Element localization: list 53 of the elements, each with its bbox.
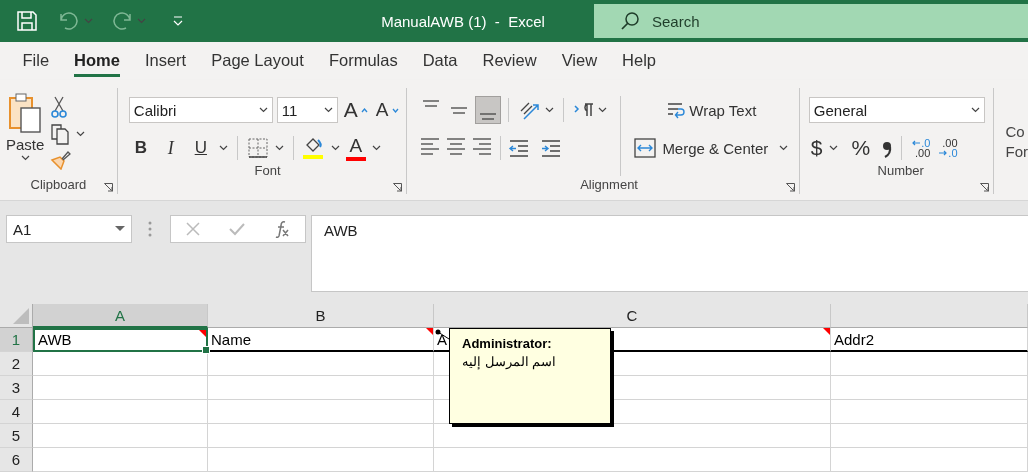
column-header[interactable]: C [434, 304, 831, 328]
group-label: Font [254, 162, 281, 180]
bold-button[interactable]: B [128, 134, 153, 162]
table-cell[interactable]: AWB [33, 328, 208, 352]
column-header[interactable]: A [33, 304, 208, 328]
ribbon-button-label[interactable]: For [1005, 142, 1028, 162]
row-header[interactable]: 1 [0, 328, 33, 352]
cell-text: AWB [38, 331, 72, 348]
ribbon-tab[interactable]: File [10, 45, 62, 77]
ribbon-tab[interactable]: Insert [132, 45, 199, 77]
cell-text: A [437, 331, 447, 348]
percent-button[interactable]: % [849, 134, 873, 162]
ribbon-tab[interactable]: Review [470, 45, 550, 77]
ribbon-tab[interactable]: Formulas [316, 45, 411, 77]
group-label: Clipboard [30, 176, 87, 194]
number-format-dropdown[interactable]: General [808, 97, 985, 123]
ribbon-tab[interactable]: View [549, 45, 610, 77]
wrap-text-button[interactable]: Wrap Text [632, 96, 791, 124]
row-header[interactable]: 2 [0, 352, 33, 376]
decrease-decimal-button[interactable]: .00 .0 [937, 134, 960, 162]
font-name-dropdown[interactable]: Calibri [128, 97, 273, 123]
search-field[interactable]: Search [594, 4, 1028, 38]
ribbon-tab[interactable]: Help [609, 45, 669, 77]
paste-button[interactable]: Paste [0, 88, 51, 176]
group-label: Alignment [580, 176, 638, 194]
ribbon-button-label[interactable]: Co [1005, 122, 1028, 142]
table-cell[interactable]: Addr2 [831, 328, 1028, 352]
window-title: ManualAWB (1) - Excel [380, 12, 546, 30]
table-cell[interactable]: Name [208, 328, 434, 352]
comment-text: اسم المرسل إليه [462, 354, 557, 369]
row-header[interactable]: 4 [0, 400, 33, 424]
italic-button[interactable]: I [158, 134, 183, 162]
decrease-font-size-button[interactable]: A [373, 96, 401, 124]
ribbon-tab[interactable]: Data [410, 45, 470, 77]
cell-text: Addr2 [834, 331, 875, 348]
group-label: Number [877, 162, 924, 180]
increase-decimal-button[interactable]: .0 .00 [910, 134, 933, 162]
cell-text: Name [211, 331, 251, 348]
row-header[interactable]: 5 [0, 424, 33, 448]
ribbon-tab[interactable]: Home [61, 45, 133, 77]
column-header[interactable]: B [208, 304, 434, 328]
row-header[interactable]: 6 [0, 448, 33, 472]
font-size-dropdown[interactable]: 11 [276, 97, 338, 123]
row-header[interactable]: 3 [0, 376, 33, 400]
currency-button[interactable]: $ [808, 134, 825, 162]
ribbon-tab[interactable]: Page Layout [198, 45, 317, 77]
name-box[interactable]: A1 [6, 215, 132, 243]
font-color-button[interactable]: A [345, 133, 366, 163]
comment-author: Administrator: [462, 336, 553, 351]
merge-center-button[interactable]: Merge & Center [632, 134, 791, 162]
formula-input[interactable]: AWB [311, 215, 1028, 292]
underline-button[interactable]: U [188, 134, 213, 162]
increase-font-size-button[interactable]: A [341, 96, 370, 124]
